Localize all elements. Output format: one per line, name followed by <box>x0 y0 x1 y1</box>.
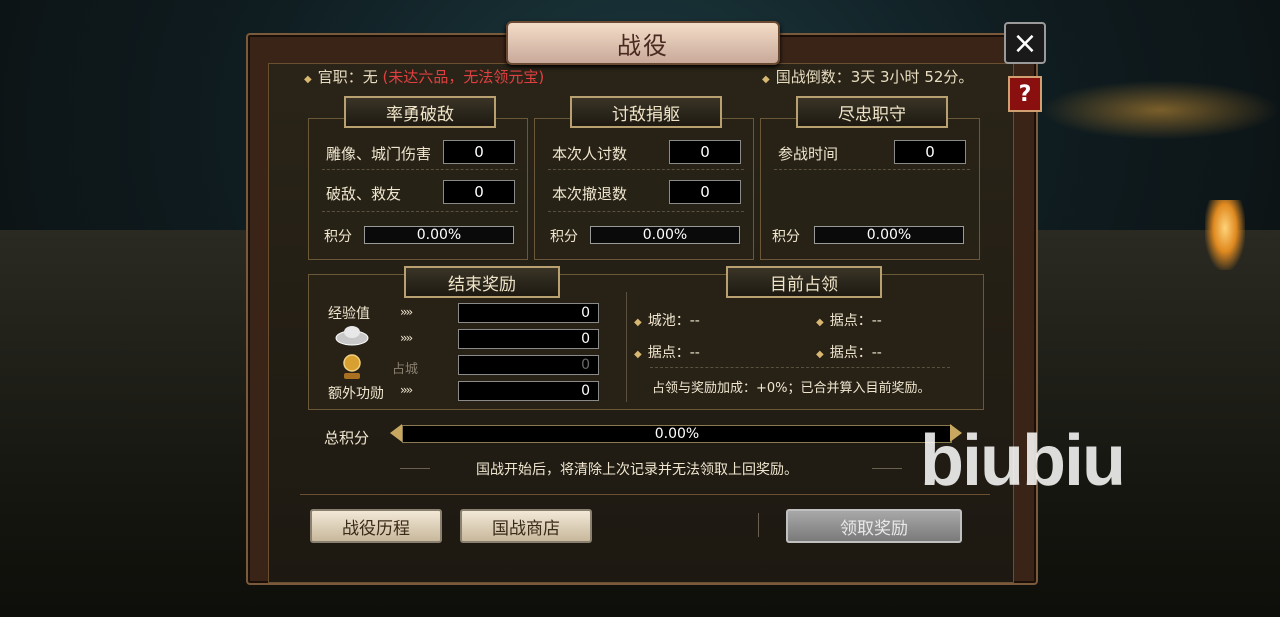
retreats-value: 0 <box>669 180 741 204</box>
divider <box>548 211 744 213</box>
diamond-icon: ◆ <box>816 317 824 328</box>
defeat-rescue-value: 0 <box>443 180 515 204</box>
statue-gate-damage-label: 雕像、城门伤害 <box>326 145 432 163</box>
silver-ingot-icon <box>335 326 369 346</box>
gold-coin-icon <box>343 354 361 379</box>
kills-value: 0 <box>669 140 741 164</box>
occupy-city-value: 0 <box>458 355 599 375</box>
rank-label: 官职：无 <box>317 68 378 86</box>
duty-title: 尽忠职守 <box>796 96 948 128</box>
notice-ornament-right <box>872 468 902 470</box>
divider <box>322 211 518 213</box>
title-plate: 战役 <box>506 21 780 65</box>
occupation-bonus-text: 占领与奖励加成：+0%；已合并算入目前奖励。 <box>652 381 931 396</box>
bravery-score-label: 积分 <box>324 229 352 245</box>
sacrifice-score-label: 积分 <box>550 229 578 245</box>
statue-gate-damage-value: 0 <box>443 140 515 164</box>
diamond-icon: ◆ <box>304 74 312 85</box>
duty-score-bar: 0.00% <box>814 226 964 244</box>
countdown-info: ◆ 国战倒数：3天 3小时 52分。 <box>762 66 973 87</box>
background-city-lights <box>1040 80 1280 140</box>
duty-score-label: 积分 <box>772 229 800 245</box>
occupy-city-label: 占城 <box>392 362 419 377</box>
background-torch <box>1205 200 1245 270</box>
sacrifice-title: 讨敌捐躯 <box>570 96 722 128</box>
battle-time-label: 参战时间 <box>778 145 839 163</box>
exp-value: 0 <box>458 303 599 323</box>
arrow-indicator: ›››› <box>400 305 413 319</box>
button-divider <box>758 513 759 537</box>
occupied-stronghold: ◆ 据点：-- <box>816 313 882 329</box>
bravery-title: 率勇破敌 <box>344 96 496 128</box>
divider <box>774 169 970 171</box>
defeat-rescue-label: 破敌、救友 <box>326 185 402 203</box>
diamond-icon: ◆ <box>634 317 642 328</box>
help-icon: ? <box>1018 81 1032 107</box>
vertical-divider <box>626 292 627 402</box>
close-button[interactable]: × <box>1004 22 1046 64</box>
bar-left-arrow-icon <box>390 424 402 442</box>
footer-divider <box>300 494 990 495</box>
rank-warning: (未达六品，无法领元宝) <box>382 68 545 86</box>
occupied-city: ◆ 城池：-- <box>634 313 700 329</box>
exp-label: 经验值 <box>328 306 370 322</box>
total-score-label: 总积分 <box>324 429 370 447</box>
watermark: biubiu <box>920 421 1126 501</box>
occupied-stronghold: ◆ 据点：-- <box>634 345 700 361</box>
total-score-bar: 0.00% <box>402 425 952 443</box>
extra-merit-label: 额外功勋 <box>328 386 384 402</box>
campaign-history-button[interactable]: 战役历程 <box>310 509 442 543</box>
occupied-stronghold: ◆ 据点：-- <box>816 345 882 361</box>
diamond-icon: ◆ <box>816 349 824 360</box>
occupation-title: 目前占领 <box>726 266 882 298</box>
notice-text: 国战开始后，将清除上次记录并无法领取上回奖励。 <box>476 462 798 478</box>
claim-reward-button[interactable]: 领取奖励 <box>786 509 962 543</box>
diamond-icon: ◆ <box>634 349 642 360</box>
sacrifice-score-bar: 0.00% <box>590 226 740 244</box>
divider <box>322 169 518 171</box>
battle-time-value: 0 <box>894 140 966 164</box>
kills-label: 本次人讨数 <box>552 145 628 163</box>
notice-ornament-left <box>400 468 430 470</box>
retreats-label: 本次撤退数 <box>552 185 628 203</box>
diamond-icon: ◆ <box>762 74 770 85</box>
war-countdown: 国战倒数：3天 3小时 52分。 <box>775 68 974 86</box>
help-button[interactable]: ? <box>1008 76 1042 112</box>
window-title: 战役 <box>617 31 669 60</box>
arrow-indicator: ›››› <box>400 331 413 345</box>
extra-merit-value: 0 <box>458 381 599 401</box>
end-reward-title: 结束奖励 <box>404 266 560 298</box>
divider <box>650 367 950 369</box>
rank-info: ◆ 官职：无 (未达六品，无法领元宝) <box>304 66 544 87</box>
divider <box>548 169 744 171</box>
war-shop-button[interactable]: 国战商店 <box>460 509 592 543</box>
arrow-indicator: ›››› <box>400 383 413 397</box>
silver-value: 0 <box>458 329 599 349</box>
bravery-score-bar: 0.00% <box>364 226 514 244</box>
close-icon: × <box>1012 25 1038 61</box>
